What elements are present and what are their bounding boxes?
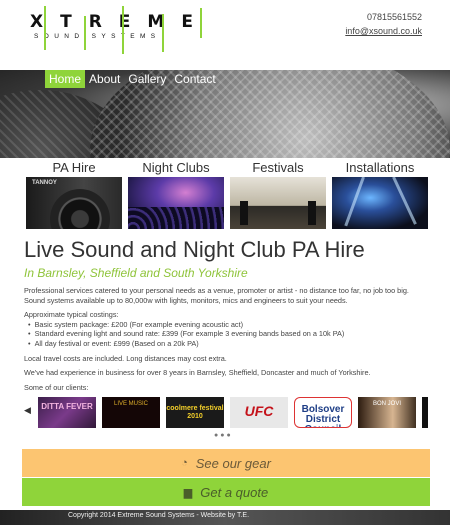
nav-gallery[interactable]: Gallery [124,70,170,88]
list-item: Standard evening light and sound rate: £… [35,329,428,339]
logo-main-text: XTREME [30,12,210,32]
client-logo[interactable]: coolmere festival 2010 [166,397,224,428]
main-nav: Home About Gallery Contact [45,70,220,88]
nav-contact[interactable]: Contact [170,70,219,88]
intro-text: Professional services catered to your pe… [24,286,409,305]
client-logo-partial[interactable] [422,397,428,428]
speaker-icon: ◔ [181,457,188,469]
email-link[interactable]: info@xsound.co.uk [345,26,422,36]
category-installations[interactable]: Installations [332,158,428,229]
installations-image[interactable] [332,177,428,229]
page-subtitle: In Barnsley, Sheffield and South Yorkshi… [24,266,248,280]
pa-hire-image[interactable]: TANNOY [26,177,122,229]
carousel-prev-icon[interactable]: ◀ [24,405,31,416]
client-label: Bolsover District Council [301,404,345,428]
client-logo[interactable]: UFC [230,397,288,428]
client-label: coolmere festival 2010 [166,405,224,420]
client-logo[interactable]: LIVE MUSIC [102,397,160,428]
see-our-gear-button[interactable]: ◔ See our gear [22,449,430,477]
client-logo[interactable]: DITTA FEVER [38,397,96,428]
client-label: BON JOVI [372,401,401,407]
copyright-text: Copyright 2014 Extreme Sound Systems - W… [68,512,250,519]
category-label: PA Hire [52,160,96,175]
category-label: Festivals [252,160,304,175]
logo[interactable]: XTREME SOUND SYSTEMS [30,6,212,54]
costings-list: Basic system package: £200 (For example … [24,320,428,349]
speaker-icon [50,189,110,229]
experience-text: We've had experience in business for ove… [24,368,371,378]
night-clubs-image[interactable] [128,177,224,229]
festivals-image[interactable] [230,177,326,229]
nav-about[interactable]: About [85,70,124,88]
footer: Copyright 2014 Extreme Sound Systems - W… [0,510,450,525]
get-a-quote-label: Get a quote [200,484,269,500]
light-beam [344,177,365,227]
client-label: UFC [244,403,274,419]
category-label: Night Clubs [142,160,210,175]
category-festivals[interactable]: Festivals [230,158,326,229]
light-beam [392,177,417,225]
get-a-quote-button[interactable]: ▆ Get a quote [22,478,430,506]
header: XTREME SOUND SYSTEMS 07815561552 info@xs… [0,0,450,70]
travel-text: Local travel costs are included. Long di… [24,353,227,363]
client-logo[interactable]: BON JOVI [358,397,416,428]
tannoy-logo: TANNOY [32,180,57,186]
logo-sub-text: SOUND SYSTEMS [34,33,161,40]
client-label: DITTA FEVER [41,402,93,411]
logo-bar [122,6,124,54]
category-pa-hire[interactable]: PA Hire TANNOY [26,158,122,229]
logo-bar [162,14,164,52]
page-title: Live Sound and Night Club PA Hire [24,237,365,262]
client-label: LIVE MUSIC [113,401,148,407]
phone-number: 07815561552 [366,12,422,22]
logo-bar [44,6,46,50]
speaker-stack [308,201,316,225]
client-logo[interactable]: Bolsover District Council [294,397,352,428]
crowd-graphic [128,207,224,229]
list-item: Basic system package: £200 (For example … [35,320,428,330]
see-our-gear-label: See our gear [195,455,271,471]
speaker-stack [240,201,248,225]
category-label: Installations [345,160,415,175]
contact-info: 07815561552 info@xsound.co.uk [345,10,422,38]
main-content: Live Sound and Night Club PA Hire In Bar… [24,236,428,392]
category-tiles: PA Hire TANNOY Night Clubs Festivals Ins… [24,158,428,230]
quote-icon: ▆ [183,486,193,499]
clients-heading: Some of our clients: [24,382,89,392]
carousel-dots[interactable]: ●●● [214,432,233,439]
costings-heading: Approximate typical costings: [24,310,119,320]
nav-home[interactable]: Home [45,70,86,88]
hero-banner: Home About Gallery Contact [0,70,450,158]
list-item: All day festival or event: £999 (Based o… [35,339,428,349]
logo-bar [84,16,86,50]
logo-bar [200,8,202,38]
clients-carousel: ◀ DITTA FEVER LIVE MUSIC coolmere festiv… [24,394,428,428]
category-night-clubs[interactable]: Night Clubs [128,158,224,229]
